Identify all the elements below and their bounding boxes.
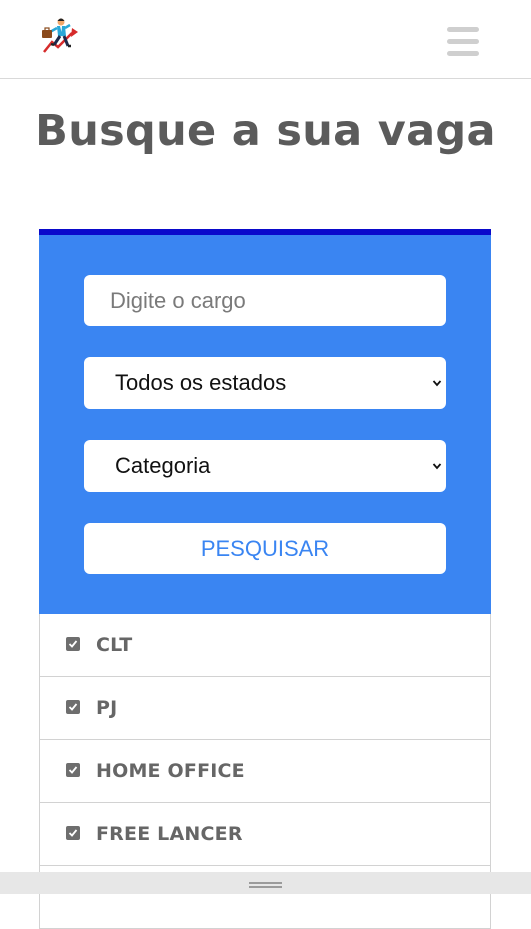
filter-label: HOME OFFICE [96, 760, 245, 782]
drag-handle-icon[interactable] [249, 882, 282, 888]
chevron-down-icon [432, 380, 442, 387]
menu-line [447, 51, 479, 56]
hamburger-menu-icon[interactable] [447, 27, 479, 57]
categoria-select-value: Categoria [115, 453, 211, 478]
filter-item-pj[interactable]: PJ [39, 677, 491, 740]
checkbox-checked-icon[interactable] [66, 637, 80, 651]
cargo-search-input[interactable] [84, 275, 446, 326]
page-title: Busque a sua vaga [35, 106, 496, 156]
menu-line [447, 27, 479, 32]
chevron-down-icon [432, 463, 442, 470]
app-header [0, 0, 531, 79]
filter-label: PJ [96, 697, 118, 719]
filter-item-free-lancer[interactable]: FREE LANCER [39, 803, 491, 866]
cargo-input-wrapper [84, 275, 446, 326]
bottom-sheet-bar [0, 872, 531, 894]
handle-line [249, 882, 282, 884]
checkbox-checked-icon[interactable] [66, 700, 80, 714]
filter-label: CLT [96, 634, 133, 656]
search-panel: Todos os estados Categoria PESQUISAR [39, 229, 491, 614]
checkbox-checked-icon[interactable] [66, 826, 80, 840]
filter-label: FREE LANCER [96, 823, 243, 845]
checkbox-checked-icon[interactable] [66, 763, 80, 777]
running-businessman-chart-icon[interactable] [38, 16, 80, 58]
filter-item-clt[interactable]: CLT [39, 614, 491, 677]
handle-line [249, 886, 282, 888]
categoria-select[interactable]: Categoria [84, 440, 446, 492]
menu-line [447, 39, 479, 44]
filter-item-home-office[interactable]: HOME OFFICE [39, 740, 491, 803]
estado-select-value: Todos os estados [115, 370, 287, 395]
search-button[interactable]: PESQUISAR [84, 523, 446, 574]
estado-select[interactable]: Todos os estados [84, 357, 446, 409]
